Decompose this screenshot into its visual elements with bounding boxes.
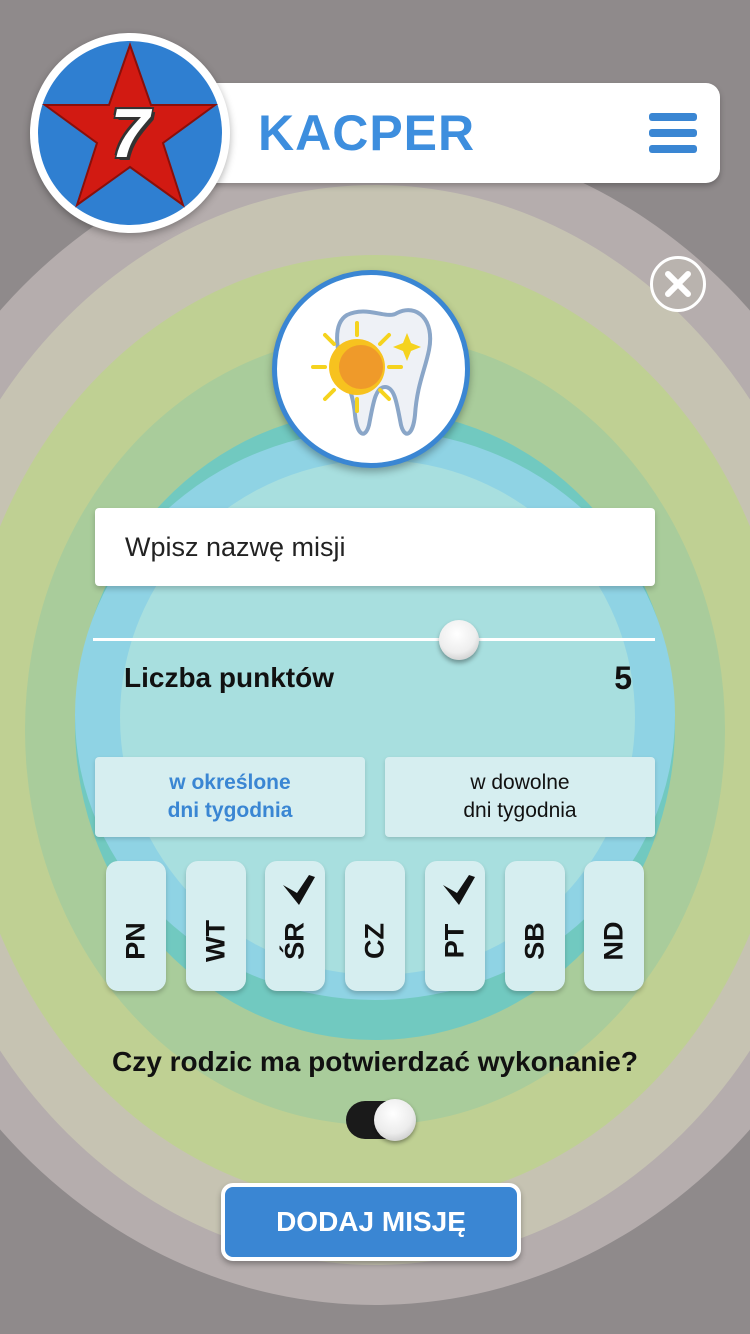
day-label: PN (120, 922, 151, 960)
day-label: WT (200, 920, 231, 962)
mission-name-input[interactable] (95, 508, 655, 586)
user-name: KACPER (258, 105, 476, 161)
close-button[interactable] (650, 256, 706, 312)
day-toggle-pt[interactable]: PT (425, 861, 485, 991)
toggle-knob[interactable] (374, 1099, 416, 1141)
day-toggle-sb[interactable]: SB (505, 861, 565, 991)
day-toggle-cz[interactable]: CZ (345, 861, 405, 991)
points-value: 5 (614, 660, 632, 696)
mission-icon[interactable] (272, 270, 470, 468)
day-label: SB (519, 922, 550, 960)
level-number: 7 (110, 94, 150, 172)
parent-confirmation-toggle[interactable] (346, 1099, 416, 1141)
day-toggle-wt[interactable]: WT (186, 861, 246, 991)
day-label: ND (598, 921, 629, 961)
checkmark-icon (283, 875, 315, 905)
day-toggle-sr[interactable]: ŚR (265, 861, 325, 991)
hamburger-menu-icon[interactable] (645, 110, 701, 156)
day-toggle-pn[interactable]: PN (106, 861, 166, 991)
day-toggle-nd[interactable]: ND (584, 861, 644, 991)
add-mission-button[interactable]: DODAJ MISJĘ (221, 1183, 521, 1261)
points-label: Liczba punktów (124, 662, 334, 693)
tooth-sun-icon (311, 308, 433, 436)
points-slider-track[interactable] (93, 638, 655, 641)
mode-any-days-button[interactable]: w dowolne dni tygodnia (385, 757, 655, 837)
points-slider-thumb[interactable] (439, 620, 479, 660)
day-label: PT (439, 923, 470, 959)
close-icon (665, 271, 691, 297)
parent-confirmation-question: Czy rodzic ma potwierdzać wykonanie? (112, 1046, 638, 1077)
mode-specific-days-button[interactable]: w określone dni tygodnia (95, 757, 365, 837)
day-label: CZ (359, 923, 390, 959)
level-badge: 7 (30, 33, 230, 233)
checkmark-icon (443, 875, 475, 905)
day-label: ŚR (279, 922, 310, 960)
